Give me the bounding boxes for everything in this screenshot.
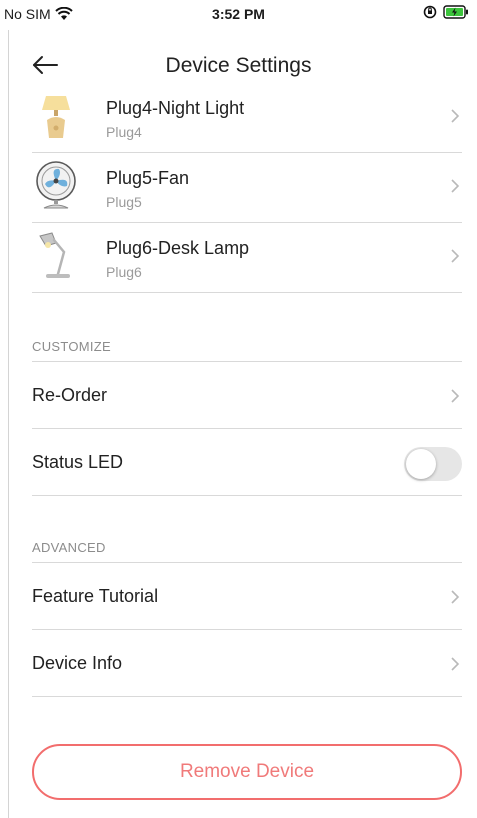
device-plug: Plug6: [106, 264, 142, 280]
chevron-right-icon: [451, 249, 460, 263]
device-row-plug5[interactable]: Plug5-Fan Plug5: [32, 152, 462, 223]
page-title: Device Settings: [165, 54, 312, 77]
status-led-row: Status LED: [32, 430, 462, 496]
chevron-right-icon: [451, 109, 460, 123]
status-bar: No SIM 3:52 PM: [0, 0, 477, 28]
night-light-icon: [42, 96, 70, 138]
battery-charging-icon: [443, 5, 468, 19]
device-name: Plug4-Night Light: [106, 98, 245, 118]
device-plug: Plug5: [106, 194, 142, 210]
chevron-right-icon: [451, 657, 460, 671]
feature-tutorial-label: Feature Tutorial: [32, 586, 159, 606]
reorder-row[interactable]: Re-Order: [32, 363, 462, 429]
reorder-label: Re-Order: [32, 385, 108, 405]
device-row-plug6[interactable]: Plug6-Desk Lamp Plug6: [32, 222, 462, 293]
orientation-lock-icon: [423, 5, 437, 19]
status-led-label: Status LED: [32, 452, 124, 472]
status-right: [423, 5, 469, 19]
divider: [32, 495, 462, 496]
app-screen: No SIM 3:52 PM Device Settings Plug4-Nig…: [0, 0, 477, 818]
remove-device-button[interactable]: Remove Device: [32, 744, 462, 800]
nav-bar: Device Settings: [0, 38, 477, 94]
device-plug: Plug4: [106, 124, 142, 140]
divider: [32, 361, 462, 362]
device-row-plug4[interactable]: Plug4-Night Light Plug4: [32, 96, 462, 153]
chevron-right-icon: [451, 590, 460, 604]
divider: [32, 428, 462, 429]
chevron-right-icon: [451, 389, 460, 403]
chevron-right-icon: [451, 179, 460, 193]
divider: [32, 696, 462, 697]
toggle-knob: [406, 449, 436, 479]
fan-icon: [36, 161, 76, 209]
status-led-toggle[interactable]: [404, 447, 462, 481]
device-info-label: Device Info: [32, 653, 123, 673]
divider: [32, 629, 462, 630]
desk-lamp-icon: [39, 232, 70, 278]
feature-tutorial-row[interactable]: Feature Tutorial: [32, 564, 462, 630]
divider: [32, 562, 462, 563]
section-header-customize: CUSTOMIZE: [32, 339, 112, 354]
device-info-row[interactable]: Device Info: [32, 631, 462, 697]
device-name: Plug5-Fan: [106, 168, 190, 188]
settings-content[interactable]: Plug4-Night Light Plug4 Plug5-Fan Plug5: [0, 96, 477, 818]
status-time: 3:52 PM: [212, 6, 265, 22]
device-name: Plug6-Desk Lamp: [106, 238, 250, 258]
section-header-advanced: ADVANCED: [32, 540, 106, 555]
